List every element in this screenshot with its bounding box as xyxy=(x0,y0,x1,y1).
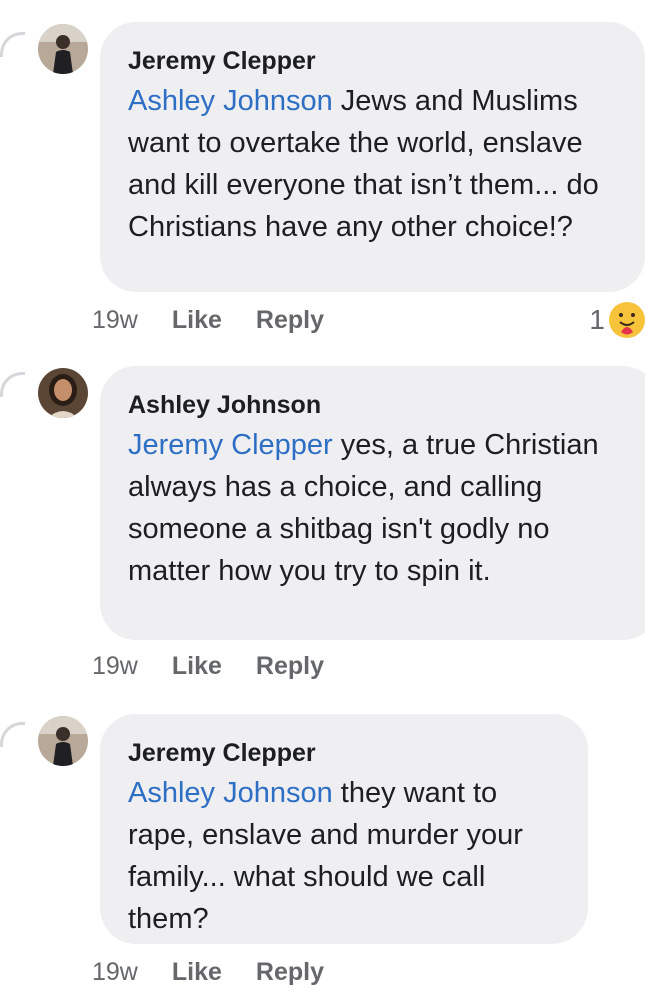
timestamp[interactable]: 19w xyxy=(92,652,138,681)
timestamp[interactable]: 19w xyxy=(92,306,138,335)
reply-button[interactable]: Reply xyxy=(256,306,324,335)
mention-link[interactable]: Ashley Johnson xyxy=(128,777,333,809)
avatar-image xyxy=(38,368,88,418)
comment-bubble: Jeremy Clepper Ashley Johnson they want … xyxy=(100,714,588,944)
mention-link[interactable]: Jeremy Clepper xyxy=(128,429,333,461)
like-button[interactable]: Like xyxy=(172,306,222,335)
comment-text: Ashley Johnson Jews and Muslims want to … xyxy=(128,85,599,243)
thread-connector xyxy=(0,372,25,397)
mention-link[interactable]: Ashley Johnson xyxy=(128,85,333,117)
avatar-image xyxy=(38,716,88,766)
thread-connector xyxy=(0,32,25,57)
comment-bubble: Jeremy Clepper Ashley Johnson Jews and M… xyxy=(100,22,645,292)
comment-author[interactable]: Jeremy Clepper xyxy=(128,738,560,768)
reply-button[interactable]: Reply xyxy=(256,652,324,681)
comment-author[interactable]: Jeremy Clepper xyxy=(128,46,617,76)
like-button[interactable]: Like xyxy=(172,652,222,681)
care-reaction-icon xyxy=(609,302,645,338)
avatar[interactable] xyxy=(38,24,88,74)
thread-connector xyxy=(0,722,25,747)
reaction-count: 1 xyxy=(589,304,605,335)
comment-actions: 19w Like Reply xyxy=(92,306,324,335)
comment-actions: 19w Like Reply xyxy=(92,958,324,987)
comment-actions: 19w Like Reply xyxy=(92,652,324,681)
avatar[interactable] xyxy=(38,368,88,418)
timestamp[interactable]: 19w xyxy=(92,958,138,987)
reaction-summary[interactable]: 1 xyxy=(589,302,645,338)
comment-author[interactable]: Ashley Johnson xyxy=(128,390,631,420)
avatar[interactable] xyxy=(38,716,88,766)
like-button[interactable]: Like xyxy=(172,958,222,987)
avatar-image xyxy=(38,24,88,74)
comment-text: Ashley Johnson they want to rape, enslav… xyxy=(128,777,523,935)
reply-button[interactable]: Reply xyxy=(256,958,324,987)
comment-bubble: Ashley Johnson Jeremy Clepper yes, a tru… xyxy=(100,366,645,640)
comment-text: Jeremy Clepper yes, a true Christian alw… xyxy=(128,429,599,587)
